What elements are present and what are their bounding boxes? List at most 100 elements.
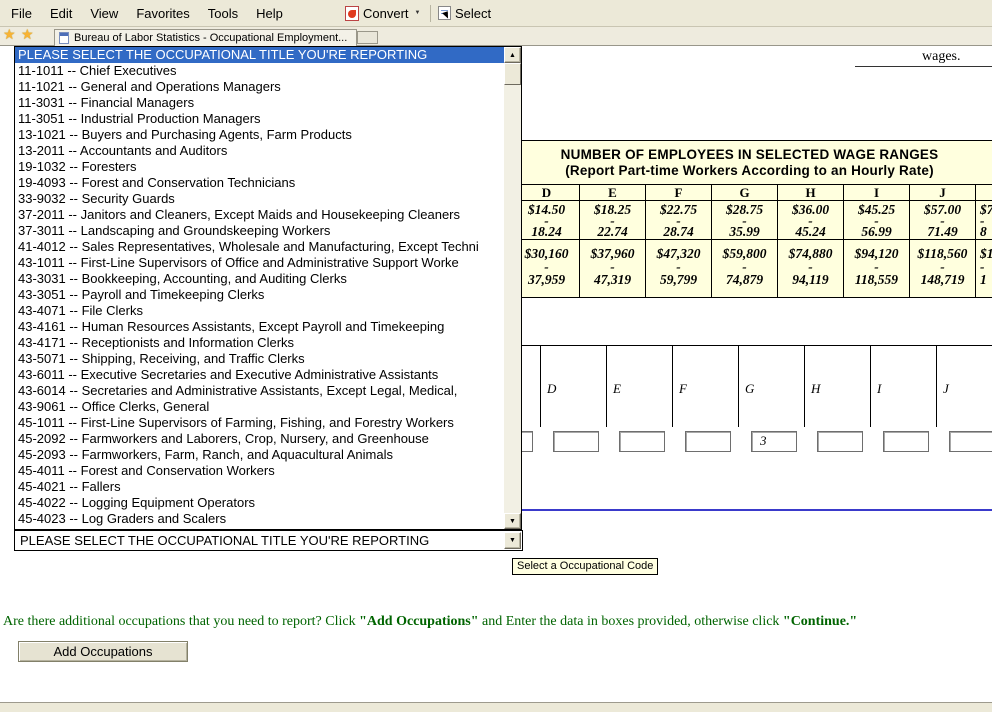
range-dash: - bbox=[874, 261, 879, 272]
entry-column-letter: J bbox=[936, 346, 992, 427]
hourly-range-cell: $36.00 - 45.24 bbox=[778, 201, 843, 240]
dropdown-option[interactable]: 45-4011 -- Forest and Conservation Worke… bbox=[15, 463, 504, 479]
wage-column: $7 - 8 $1 - 1 bbox=[975, 185, 992, 297]
dropdown-option[interactable]: PLEASE SELECT THE OCCUPATIONAL TITLE YOU… bbox=[15, 47, 504, 63]
occupation-select[interactable]: PLEASE SELECT THE OCCUPATIONAL TITLE YOU… bbox=[14, 530, 523, 551]
entry-table: D E F G H I J bbox=[507, 345, 992, 427]
wage-column: E $18.25 - 22.74 $37,960 - 47,319 bbox=[579, 185, 645, 297]
scroll-down-button[interactable]: ▼ bbox=[504, 513, 521, 529]
add-occupations-button[interactable]: Add Occupations bbox=[18, 641, 188, 662]
dropdown-option[interactable]: 37-3011 -- Landscaping and Groundskeepin… bbox=[15, 223, 504, 239]
wage-column: F $22.75 - 28.74 $47,320 - 59,799 bbox=[645, 185, 711, 297]
annual-range-cell: $37,960 - 47,319 bbox=[580, 240, 645, 297]
dropdown-option[interactable]: 43-6011 -- Executive Secretaries and Exe… bbox=[15, 367, 504, 383]
wage-entry-input[interactable] bbox=[883, 431, 929, 452]
wage-column-letter: D bbox=[514, 185, 579, 201]
annual-range-cell: $94,120 - 118,559 bbox=[844, 240, 909, 297]
range-dash: - bbox=[742, 261, 747, 272]
dropdown-option[interactable]: 11-1021 -- General and Operations Manage… bbox=[15, 79, 504, 95]
wage-entry-input[interactable] bbox=[553, 431, 599, 452]
dropdown-option[interactable]: 45-4021 -- Fallers bbox=[15, 479, 504, 495]
wage-entry-input[interactable] bbox=[949, 431, 992, 452]
wage-column-letter: I bbox=[844, 185, 909, 201]
dropdown-option[interactable]: 43-4071 -- File Clerks bbox=[15, 303, 504, 319]
annual-range-cell: $47,320 - 59,799 bbox=[646, 240, 711, 297]
wage-ranges-table: NUMBER OF EMPLOYEES IN SELECTED WAGE RAN… bbox=[507, 140, 992, 298]
wage-column: I $45.25 - 56.99 $94,120 - 118,559 bbox=[843, 185, 909, 297]
hourly-range-cell: $57.00 - 71.49 bbox=[910, 201, 975, 240]
wage-table-title: NUMBER OF EMPLOYEES IN SELECTED WAGE RAN… bbox=[507, 141, 992, 185]
annual-range-cell: $74,880 - 94,119 bbox=[778, 240, 843, 297]
dropdown-option[interactable]: 11-3031 -- Financial Managers bbox=[15, 95, 504, 111]
dropdown-option[interactable]: 45-2092 -- Farmworkers and Laborers, Cro… bbox=[15, 431, 504, 447]
dropdown-option[interactable]: 43-9061 -- Office Clerks, General bbox=[15, 399, 504, 415]
wage-column: J $57.00 - 71.49 $118,560 - 148,719 bbox=[909, 185, 975, 297]
wage-column-letter bbox=[976, 185, 992, 201]
occupation-dropdown-list: PLEASE SELECT THE OCCUPATIONAL TITLE YOU… bbox=[14, 46, 522, 530]
range-dash: - bbox=[980, 261, 985, 272]
dropdown-option[interactable]: 45-1011 -- First-Line Supervisors of Far… bbox=[15, 415, 504, 431]
dropdown-option[interactable]: 19-1032 -- Foresters bbox=[15, 159, 504, 175]
entry-column-letter: G bbox=[738, 346, 804, 427]
up-arrow-icon: ▲ bbox=[509, 52, 516, 59]
entry-column-letter: F bbox=[672, 346, 738, 427]
dropdown-option[interactable]: 43-4161 -- Human Resources Assistants, E… bbox=[15, 319, 504, 335]
entry-boxes-row: 3 bbox=[487, 431, 992, 452]
hourly-range-cell: $28.75 - 35.99 bbox=[712, 201, 777, 240]
dropdown-option[interactable]: 33-9032 -- Security Guards bbox=[15, 191, 504, 207]
combo-dropdown-button[interactable]: ▼ bbox=[504, 532, 521, 549]
browser-window: File Edit View Favorites Tools Help Conv… bbox=[0, 0, 992, 712]
hourly-range-cell: $22.75 - 28.74 bbox=[646, 201, 711, 240]
wage-table-title-line1: NUMBER OF EMPLOYEES IN SELECTED WAGE RAN… bbox=[507, 147, 992, 163]
entry-value: 3 bbox=[752, 432, 796, 450]
dropdown-option[interactable]: 41-4012 -- Sales Representatives, Wholes… bbox=[15, 239, 504, 255]
dropdown-scrollbar[interactable]: ▲ ▼ bbox=[504, 47, 521, 529]
wage-entry-input[interactable]: 3 bbox=[751, 431, 797, 452]
tooltip: Select a Occupational Code bbox=[512, 558, 658, 575]
dropdown-option[interactable]: 43-3031 -- Bookkeeping, Accounting, and … bbox=[15, 271, 504, 287]
down-arrow-icon: ▼ bbox=[509, 518, 516, 525]
scroll-up-button[interactable]: ▲ bbox=[504, 47, 521, 63]
text-fragment-wages: wages. bbox=[922, 49, 961, 65]
wage-entry-input[interactable] bbox=[817, 431, 863, 452]
range-dash: - bbox=[610, 261, 615, 272]
dropdown-option[interactable]: 13-2011 -- Accountants and Auditors bbox=[15, 143, 504, 159]
entry-column-letter: D bbox=[540, 346, 606, 427]
option-list: PLEASE SELECT THE OCCUPATIONAL TITLE YOU… bbox=[15, 47, 504, 527]
dropdown-option[interactable]: 43-4171 -- Receptionists and Information… bbox=[15, 335, 504, 351]
wage-column-letter: E bbox=[580, 185, 645, 201]
dropdown-option[interactable]: 43-5071 -- Shipping, Receiving, and Traf… bbox=[15, 351, 504, 367]
annual-range-cell: $30,160 - 37,959 bbox=[514, 240, 579, 297]
wage-column: D $14.50 - 18.24 $30,160 - 37,959 bbox=[513, 185, 579, 297]
dropdown-option[interactable]: 45-4023 -- Log Graders and Scalers bbox=[15, 511, 504, 527]
dropdown-option[interactable]: 45-2093 -- Farmworkers, Farm, Ranch, and… bbox=[15, 447, 504, 463]
annual-range-cell: $118,560 - 148,719 bbox=[910, 240, 975, 297]
wage-column-letter: G bbox=[712, 185, 777, 201]
wage-column-letter: J bbox=[910, 185, 975, 201]
range-dash: - bbox=[676, 261, 681, 272]
wage-entry-input[interactable] bbox=[619, 431, 665, 452]
scrollbar-thumb[interactable] bbox=[504, 63, 521, 85]
wage-entry-input[interactable] bbox=[685, 431, 731, 452]
add-occupations-ref: "Add Occupations" bbox=[359, 614, 478, 629]
hourly-range-cell: $14.50 - 18.24 bbox=[514, 201, 579, 240]
dropdown-option[interactable]: 43-6014 -- Secretaries and Administrativ… bbox=[15, 383, 504, 399]
dropdown-option[interactable]: 37-2011 -- Janitors and Cleaners, Except… bbox=[15, 207, 504, 223]
entry-column-letter: H bbox=[804, 346, 870, 427]
dropdown-option[interactable]: 13-1021 -- Buyers and Purchasing Agents,… bbox=[15, 127, 504, 143]
continue-ref: "Continue." bbox=[783, 614, 857, 629]
dropdown-option[interactable]: 11-3051 -- Industrial Production Manager… bbox=[15, 111, 504, 127]
entry-table-columns: D E F G H I J bbox=[540, 346, 992, 427]
dropdown-option[interactable]: 43-1011 -- First-Line Supervisors of Off… bbox=[15, 255, 504, 271]
combo-value: PLEASE SELECT THE OCCUPATIONAL TITLE YOU… bbox=[15, 533, 504, 548]
dropdown-option[interactable]: 11-1011 -- Chief Executives bbox=[15, 63, 504, 79]
hourly-range-cell: $7 - 8 bbox=[976, 201, 992, 240]
blue-divider-line bbox=[507, 509, 992, 511]
divider-line bbox=[855, 66, 992, 67]
wage-column: G $28.75 - 35.99 $59,800 - 74,879 bbox=[711, 185, 777, 297]
annual-range-cell: $1 - 1 bbox=[976, 240, 992, 297]
dropdown-option[interactable]: 45-4022 -- Logging Equipment Operators bbox=[15, 495, 504, 511]
range-dash: - bbox=[544, 261, 549, 272]
dropdown-option[interactable]: 19-4093 -- Forest and Conservation Techn… bbox=[15, 175, 504, 191]
dropdown-option[interactable]: 43-3051 -- Payroll and Timekeeping Clerk… bbox=[15, 287, 504, 303]
